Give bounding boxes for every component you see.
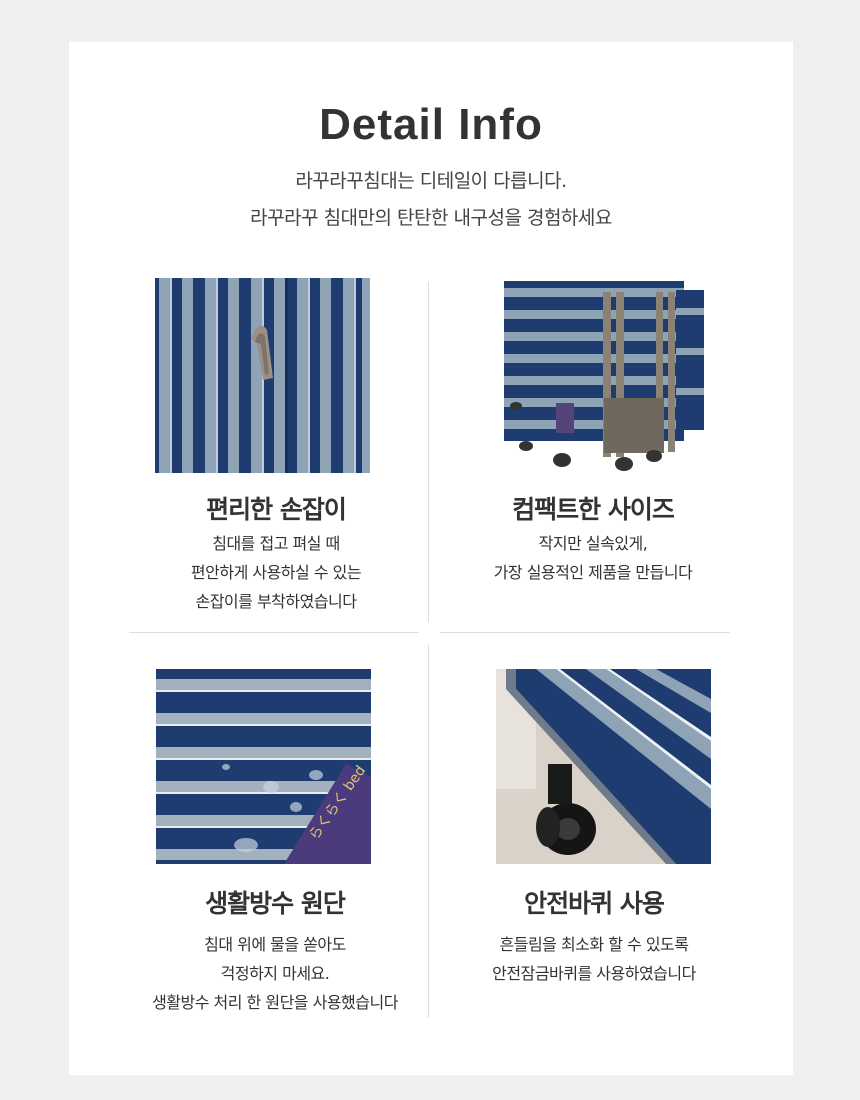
feature-title-waterproof: 생활방수 원단 <box>205 889 346 918</box>
waterproof-fabric-photo: らくらく bed <box>156 669 371 864</box>
divider-horizontal-right <box>440 632 730 633</box>
feature-desc-line: 가장 실용적인 제품을 만듭니다 <box>493 563 693 582</box>
feature-desc-line: 편안하게 사용하실 수 있는 <box>190 563 362 582</box>
subtitle-line-2: 라꾸라꾸 침대만의 탄탄한 내구성을 경험하세요 <box>250 207 612 229</box>
feature-desc-line: 손잡이를 부착하였습니다 <box>195 592 357 611</box>
handle-photo <box>155 278 370 473</box>
feature-title-handle: 편리한 손잡이 <box>206 495 347 524</box>
feature-desc-compact: 작지만 실속있게, 가장 실용적인 제품을 만듭니다 <box>433 529 753 587</box>
page-title: Detail Info <box>319 100 543 149</box>
feature-title-wheel: 안전바퀴 사용 <box>524 889 665 918</box>
feature-desc-line: 작지만 실속있게, <box>538 534 648 553</box>
feature-desc-handle: 침대를 접고 펴실 때 편안하게 사용하실 수 있는 손잡이를 부착하였습니다 <box>116 529 436 616</box>
folded-bed-photo <box>496 278 711 473</box>
subtitle-line-1: 라꾸라꾸침대는 디테일이 다릅니다. <box>295 170 567 192</box>
feature-desc-line: 안전잠금바퀴를 사용하였습니다 <box>492 964 696 983</box>
safety-wheel-photo <box>496 669 711 864</box>
feature-title-compact: 컴팩트한 사이즈 <box>512 495 675 524</box>
detail-info-card: Detail Info 라꾸라꾸침대는 디테일이 다릅니다. 라꾸라꾸 침대만의… <box>69 42 793 1075</box>
feature-desc-line: 생활방수 처리 한 원단을 사용했습니다 <box>152 993 398 1012</box>
feature-desc-line: 침대를 접고 펴실 때 <box>212 534 340 553</box>
feature-desc-waterproof: 침대 위에 물을 쏟아도 걱정하지 마세요. 생활방수 처리 한 원단을 사용했… <box>115 930 435 1017</box>
feature-desc-wheel: 흔들림을 최소화 할 수 있도록 안전잠금바퀴를 사용하였습니다 <box>434 930 754 988</box>
divider-horizontal-left <box>129 632 419 633</box>
feature-desc-line: 흔들림을 최소화 할 수 있도록 <box>499 935 689 954</box>
feature-desc-line: 침대 위에 물을 쏟아도 <box>204 935 346 954</box>
feature-desc-line: 걱정하지 마세요. <box>220 964 330 983</box>
